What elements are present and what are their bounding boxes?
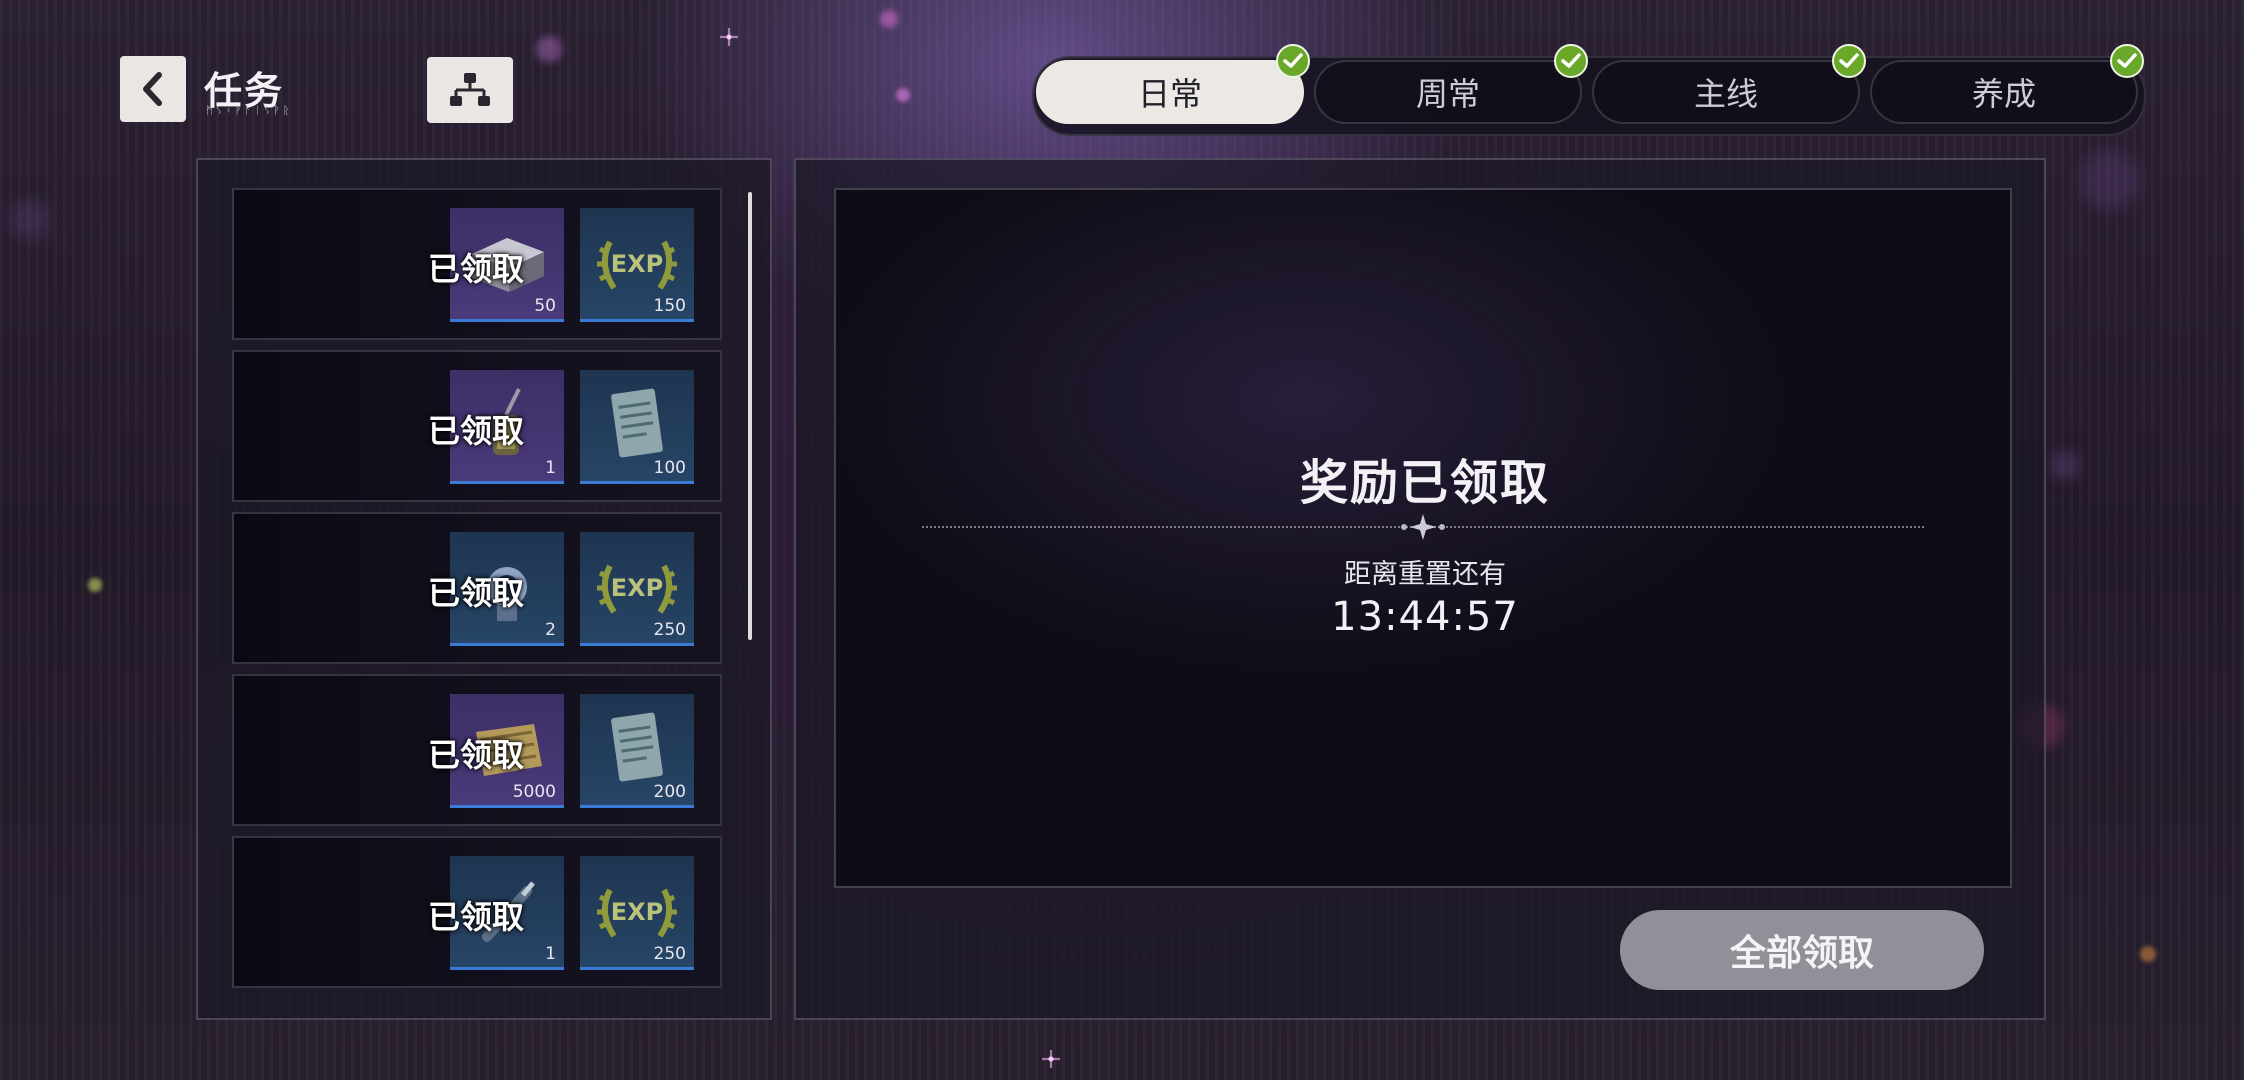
reward-slot[interactable]: 100 <box>580 370 694 484</box>
reward-quantity: 50 <box>534 296 556 316</box>
task-tree-button[interactable] <box>427 57 513 123</box>
claimed-label: 已领取 <box>428 736 525 774</box>
exp-label: EXP <box>610 897 664 926</box>
divider-star-icon <box>1401 514 1445 540</box>
reward-status-title: 奖励已领取 <box>1299 455 1550 511</box>
reward-quantity: 200 <box>653 782 686 802</box>
tab-weekly[interactable]: 周常 <box>1314 60 1582 124</box>
claimed-label: 已领取 <box>428 898 525 936</box>
check-icon <box>1832 44 1866 78</box>
reward-slot[interactable]: EXP 250 <box>580 532 694 646</box>
background-sparkle <box>536 36 562 62</box>
clipboard-document-icon <box>611 712 663 781</box>
reward-slot[interactable]: EXP 150 <box>580 208 694 322</box>
clipboard-document-icon <box>611 388 663 457</box>
background-star <box>1042 1050 1060 1068</box>
reset-countdown: 13:44:57 <box>1331 594 1519 640</box>
reward-slot[interactable]: EXP 250 <box>580 856 694 970</box>
check-icon <box>1276 44 1310 78</box>
reward-quantity: 1 <box>545 458 556 478</box>
exp-label: EXP <box>610 249 664 278</box>
background-sparkle <box>2050 450 2080 480</box>
tab-main[interactable]: 主线 <box>1592 60 1860 124</box>
check-icon <box>2110 44 2144 78</box>
background-sparkle <box>880 10 898 28</box>
claimed-label: 已领取 <box>428 574 525 612</box>
background-sparkle <box>2140 946 2156 962</box>
reward-quantity: 250 <box>653 620 686 640</box>
reward-quantity: 150 <box>653 296 686 316</box>
background-sparkle <box>10 200 50 240</box>
tab-cultivation[interactable]: 养成 <box>1870 60 2138 124</box>
reward-quantity: 5000 <box>512 782 556 802</box>
reset-countdown-label: 距离重置还有 <box>1344 559 1506 590</box>
reward-quantity: 100 <box>653 458 686 478</box>
reward-slot[interactable]: 200 <box>580 694 694 808</box>
reward-quantity: 1 <box>545 944 556 964</box>
tab-daily[interactable]: 日常 <box>1036 60 1304 124</box>
exp-label: EXP <box>610 573 664 602</box>
claim-all-button[interactable]: 全部领取 <box>1620 910 1984 990</box>
claimed-label: 已领取 <box>428 250 525 288</box>
page-subtitle: ᛗᛊᚲᚹᚨᛁᛊᚹᚱ <box>206 104 293 117</box>
background-sparkle <box>88 578 102 592</box>
background-sparkle <box>896 88 910 102</box>
background-sparkle <box>2080 150 2140 210</box>
claimed-label: 已领取 <box>428 412 525 450</box>
hierarchy-icon <box>450 73 490 106</box>
task-list-scrollbar[interactable] <box>748 192 752 640</box>
check-icon <box>1554 44 1588 78</box>
back-button[interactable] <box>120 56 186 122</box>
reward-quantity: 250 <box>653 944 686 964</box>
chevron-left-icon <box>143 72 162 106</box>
background-star <box>720 28 738 46</box>
reward-quantity: 2 <box>545 620 556 640</box>
